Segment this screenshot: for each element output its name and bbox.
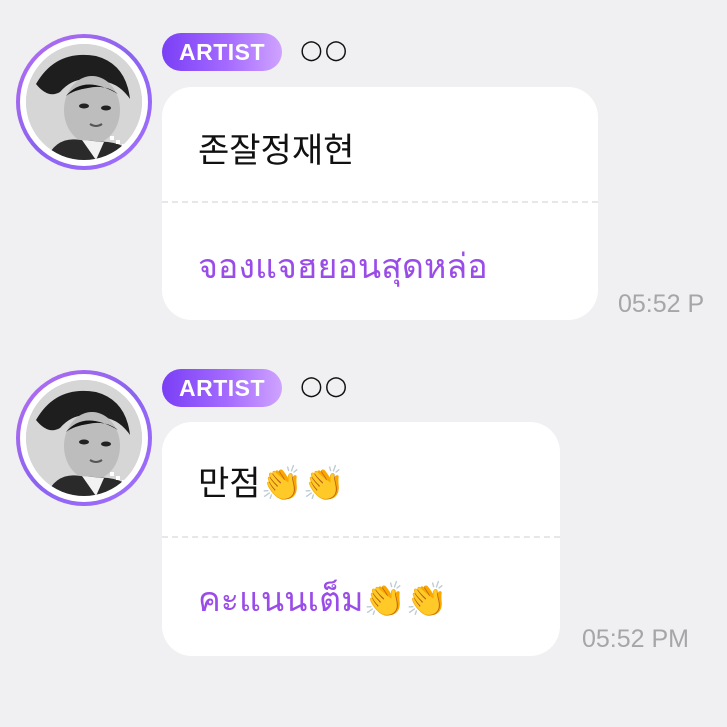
artist-avatar[interactable] [16, 370, 152, 506]
sender-name: ○○ [300, 371, 350, 401]
bubble-divider [162, 536, 560, 538]
artist-badge: ARTIST [162, 369, 282, 407]
person-icon [26, 380, 142, 496]
avatar-photo [26, 380, 142, 496]
chat-message: ARTIST ○○ 만점👏👏 คะแนนเต็ม👏👏 05:52 PM [0, 0, 727, 670]
message-text: 만점👏👏 [198, 464, 346, 504]
translated-text: คะแนนเต็ม👏👏 [198, 580, 449, 620]
message-time: 05:52 PM [582, 625, 690, 653]
message-bubble[interactable]: 만점👏👏 คะแนนเต็ม👏👏 [162, 422, 560, 656]
